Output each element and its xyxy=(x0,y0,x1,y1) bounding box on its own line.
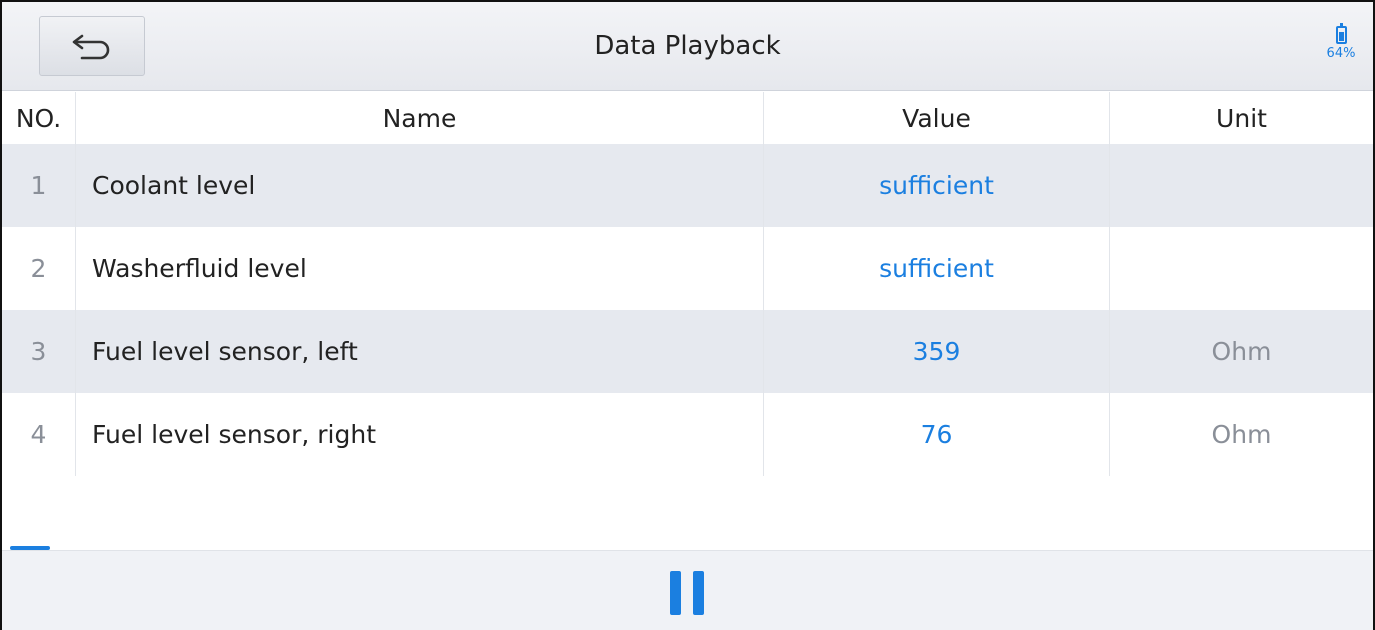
table-row[interactable]: 2 Washerfluid level sufficient xyxy=(2,227,1373,310)
back-button[interactable] xyxy=(39,16,145,76)
pause-button[interactable] xyxy=(662,571,712,621)
table-row[interactable]: 3 Fuel level sensor, left 359 Ohm xyxy=(2,310,1373,393)
row-value: 76 xyxy=(764,393,1110,476)
row-name: Fuel level sensor, left xyxy=(76,310,764,393)
column-header-name: Name xyxy=(76,92,764,144)
row-value: 359 xyxy=(764,310,1110,393)
battery-status: 64% xyxy=(1323,23,1359,61)
battery-fill xyxy=(1338,32,1344,41)
data-table: NO. Name Value Unit 1 Coolant level suff… xyxy=(2,92,1373,476)
pause-icon xyxy=(670,571,704,621)
table-row[interactable]: 1 Coolant level sufficient xyxy=(2,144,1373,227)
row-name: Coolant level xyxy=(76,144,764,227)
battery-percent: 64% xyxy=(1326,46,1356,61)
page-title: Data Playback xyxy=(594,31,781,61)
row-number: 4 xyxy=(2,393,76,476)
row-value: sufficient xyxy=(764,144,1110,227)
app-frame: Data Playback 64% NO. Name Value Unit 1 … xyxy=(0,0,1375,630)
row-number: 2 xyxy=(2,227,76,310)
column-header-unit: Unit xyxy=(1216,103,1267,133)
row-number: 3 xyxy=(2,310,76,393)
battery-icon xyxy=(1335,23,1347,44)
row-unit: Ohm xyxy=(1211,337,1272,366)
column-header-no: NO. xyxy=(2,92,76,144)
back-arrow-icon xyxy=(72,34,110,60)
table-header-row: NO. Name Value Unit xyxy=(2,92,1373,144)
row-unit xyxy=(1110,227,1373,310)
playback-controls xyxy=(2,550,1373,630)
row-unit xyxy=(1110,144,1373,227)
top-bar: Data Playback 64% xyxy=(2,2,1373,91)
row-number: 1 xyxy=(2,144,76,227)
column-header-value: Value xyxy=(764,92,1110,144)
row-name: Washerfluid level xyxy=(76,227,764,310)
row-value: sufficient xyxy=(764,227,1110,310)
row-name: Fuel level sensor, right xyxy=(76,393,764,476)
table-row[interactable]: 4 Fuel level sensor, right 76 Ohm xyxy=(2,393,1373,476)
row-unit: Ohm xyxy=(1211,420,1272,449)
